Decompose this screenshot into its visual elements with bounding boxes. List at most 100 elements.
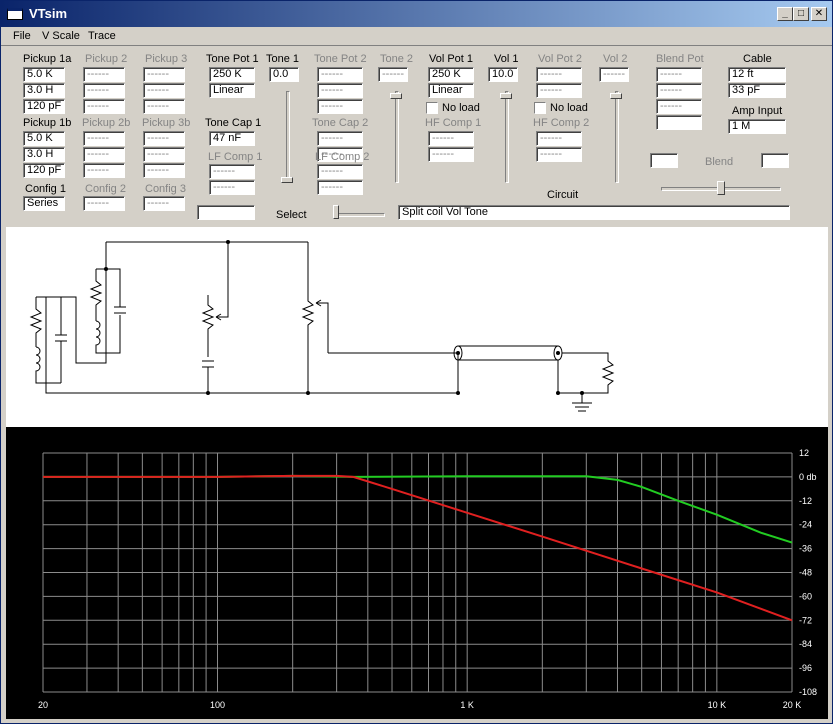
- vol-pot-1-value-field[interactable]: 250 K: [428, 67, 474, 82]
- blend-pot-field[interactable]: ------: [656, 83, 702, 98]
- blend-pot-field[interactable]: ------: [656, 99, 702, 114]
- menu-trace[interactable]: Trace: [88, 30, 116, 42]
- tone-pot-2-field[interactable]: ------: [317, 83, 363, 98]
- y-tick-label: -96: [799, 663, 812, 673]
- frequency-response-chart: 20 100 1 K 10 K 20 K 12 0 db -12 -24 -36 -48 -60 -72…: [38, 448, 817, 710]
- pickup-3-field[interactable]: ------: [143, 67, 185, 82]
- select-slider-thumb[interactable]: [333, 205, 339, 219]
- tone-pot-2-field[interactable]: ------: [317, 67, 363, 82]
- y-tick-label: -84: [799, 639, 812, 649]
- pickup-1b-inductance-field[interactable]: 3.0 H: [23, 147, 65, 162]
- tone-1-slider-track[interactable]: [286, 91, 290, 183]
- tone-cap-1-label: Tone Cap 1: [205, 117, 262, 129]
- x-tick-label: 1 K: [460, 700, 474, 710]
- pickup-1a-inductance-field[interactable]: 3.0 H: [23, 83, 65, 98]
- pickup-2-field[interactable]: ------: [83, 83, 125, 98]
- tone-1-slider-thumb[interactable]: [281, 177, 293, 183]
- pickup-1b-resistance-field[interactable]: 5.0 K: [23, 131, 65, 146]
- menu-file[interactable]: File: [13, 30, 31, 42]
- amp-input-field[interactable]: 1 M: [728, 119, 786, 134]
- blend-pot-label: Blend Pot: [656, 53, 704, 65]
- frequency-response-plot: 20 100 1 K 10 K 20 K 12 0 db -12 -24 -36 -48 -60 -72…: [6, 427, 828, 719]
- pickup-3b-field[interactable]: ------: [143, 131, 185, 146]
- lf-comp-1-field[interactable]: ------: [209, 164, 255, 179]
- lf-comp-2-field[interactable]: ------: [317, 164, 363, 179]
- pickup-3-field[interactable]: ------: [143, 99, 185, 114]
- tone-1-label: Tone 1: [266, 53, 300, 65]
- pickup-3b-field[interactable]: ------: [143, 163, 185, 178]
- vol-pot-1-taper-field[interactable]: Linear: [428, 83, 474, 98]
- hf-comp-1-field[interactable]: ------: [428, 131, 474, 146]
- tone-2-slider-track[interactable]: [395, 91, 399, 183]
- pickup-3-label: Pickup 3: [145, 53, 188, 65]
- pickup-1a-resistance-field[interactable]: 5.0 K: [23, 67, 65, 82]
- hf-comp-2-field[interactable]: ------: [536, 131, 582, 146]
- blend-pot-field[interactable]: ------: [656, 67, 702, 82]
- vol-2-label: Vol 2: [603, 53, 628, 65]
- vol-2-slider-thumb[interactable]: [610, 93, 622, 99]
- select-slider-track[interactable]: [333, 213, 385, 217]
- pickup-2-field[interactable]: ------: [83, 67, 125, 82]
- cable-capacitance-field[interactable]: 33 pF: [728, 83, 786, 98]
- tone-cap-2-field[interactable]: ------: [317, 131, 363, 146]
- y-tick-label: -72: [799, 615, 812, 625]
- minimize-button[interactable]: _: [777, 7, 793, 21]
- pickup-1b-label: Pickup 1b: [23, 117, 72, 129]
- pickup-1a-capacitor-symbol: [55, 334, 67, 383]
- tone-2-value-field[interactable]: ------: [378, 67, 408, 82]
- select-value-field[interactable]: [197, 205, 255, 220]
- circuit-field[interactable]: Split coil Vol Tone: [398, 205, 790, 220]
- tone-2-slider-thumb[interactable]: [390, 93, 402, 99]
- tone-pot-1-taper-field[interactable]: Linear: [209, 83, 255, 98]
- vol-1-no-load-checkbox[interactable]: [426, 102, 438, 114]
- config-3-field[interactable]: ------: [143, 196, 185, 211]
- menu-v-scale[interactable]: V Scale: [42, 30, 80, 42]
- pickup-3-field[interactable]: ------: [143, 83, 185, 98]
- blend-left-field[interactable]: [650, 153, 678, 168]
- lf-comp-2-label: LF Comp 2: [315, 151, 370, 163]
- y-tick-label: -108: [799, 687, 817, 697]
- cable-symbol: [458, 345, 558, 361]
- close-button[interactable]: ✕: [811, 7, 827, 21]
- blend-right-field[interactable]: [761, 153, 789, 168]
- tone-1-value-field[interactable]: 0.0: [269, 67, 299, 82]
- vol-2-no-load-checkbox[interactable]: [534, 102, 546, 114]
- pickup-1a-capacitance-field[interactable]: 120 pF: [23, 99, 65, 114]
- y-tick-label: -60: [799, 591, 812, 601]
- pickup-2-field[interactable]: ------: [83, 99, 125, 114]
- vol-pot-1-label: Vol Pot 1: [429, 53, 474, 65]
- vol-1-slider-track[interactable]: [505, 91, 509, 183]
- pickup-2b-field[interactable]: ------: [83, 147, 125, 162]
- y-tick-label: -24: [799, 520, 812, 530]
- blend-slider-thumb[interactable]: [717, 181, 725, 195]
- maximize-button[interactable]: □: [793, 7, 809, 21]
- vol-1-slider-thumb[interactable]: [500, 93, 512, 99]
- tone-pot-2-field[interactable]: ------: [317, 99, 363, 114]
- vol-2-value-field[interactable]: ------: [599, 67, 629, 82]
- title-bar[interactable]: VTsim _ □ ✕: [1, 1, 832, 27]
- hf-comp-1-label: HF Comp 1: [425, 117, 482, 129]
- pickup-3b-field[interactable]: ------: [143, 147, 185, 162]
- hf-comp-2-field[interactable]: ------: [536, 147, 582, 162]
- vol-pot-2-field[interactable]: ------: [536, 67, 582, 82]
- config-2-field[interactable]: ------: [83, 196, 125, 211]
- vol-pot-2-field[interactable]: ------: [536, 83, 582, 98]
- hf-comp-1-field[interactable]: ------: [428, 147, 474, 162]
- lf-comp-2-field[interactable]: ------: [317, 180, 363, 195]
- vol-1-no-load-label: No load: [442, 102, 480, 114]
- blend-pot-field[interactable]: [656, 115, 702, 130]
- pickup-2b-field[interactable]: ------: [83, 131, 125, 146]
- pickup-1a-resistor-symbol: [29, 297, 43, 347]
- tone-cap-symbol: [202, 360, 214, 393]
- tone-cap-1-field[interactable]: 47 nF: [209, 131, 255, 146]
- ground-symbol: [572, 402, 592, 412]
- lf-comp-1-field[interactable]: ------: [209, 180, 255, 195]
- vol-1-value-field[interactable]: 10.0: [488, 67, 518, 82]
- pickup-1b-capacitance-field[interactable]: 120 pF: [23, 163, 65, 178]
- pickup-2b-field[interactable]: ------: [83, 163, 125, 178]
- tone-pot-1-value-field[interactable]: 250 K: [209, 67, 255, 82]
- y-tick-label: -12: [799, 496, 812, 506]
- vol-2-slider-track[interactable]: [615, 91, 619, 183]
- config-1-field[interactable]: Series: [23, 196, 65, 211]
- cable-length-field[interactable]: 12 ft: [728, 67, 786, 82]
